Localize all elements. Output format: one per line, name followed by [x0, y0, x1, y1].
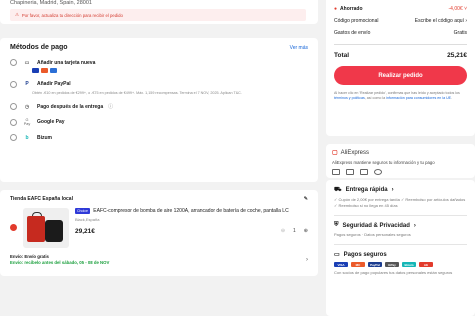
aliexpress-logo-text: AliExpress: [340, 149, 370, 156]
product-checkbox[interactable]: [10, 224, 17, 231]
payment-option-bizum[interactable]: b Bizum: [10, 134, 308, 142]
payment-option-label: Pago después de la entrega: [37, 103, 104, 110]
chevron-right-icon: ›: [306, 256, 308, 263]
radio-button[interactable]: [10, 59, 17, 66]
aliexpress-pay-logo-icon: AE: [419, 262, 433, 267]
minus-icon[interactable]: ⊖: [281, 228, 285, 234]
card-brand-logos: [32, 68, 308, 73]
product-variant[interactable]: Black,España: [75, 217, 308, 222]
mastercard-logo-icon: MC: [351, 262, 365, 267]
consumer-info-link[interactable]: información para consumidores en la UE: [386, 96, 451, 100]
payment-option-label: Google Pay: [37, 119, 65, 126]
address-card: Chapineria, Madrid, Spain, 28001 ⚠ Por f…: [0, 0, 318, 24]
address-street: Chapineria, Madrid, Spain, 28001: [10, 0, 92, 6]
product-image[interactable]: [23, 208, 69, 248]
product-name[interactable]: EAFC-compresor de bomba de aire 1200A, a…: [93, 208, 288, 214]
place-order-button[interactable]: Realizar pedido: [334, 66, 467, 85]
radio-button[interactable]: [10, 103, 17, 111]
page-scrollbar[interactable]: [471, 0, 474, 316]
edit-icon[interactable]: ✎: [304, 196, 308, 202]
saved-label: Ahorrado: [340, 6, 363, 12]
payment-option-label: Añadir PayPal: [37, 81, 71, 87]
radio-button[interactable]: [10, 134, 17, 142]
trust-badges: [332, 169, 469, 175]
shipping-title: Envío: Envío gratis: [10, 254, 49, 259]
radio-button[interactable]: [10, 80, 17, 88]
payment-methods-card: Métodos de pago Ver más ▭ Añadir una tar…: [0, 38, 318, 182]
lock-icon: [360, 169, 368, 175]
store-card: Tienda EAFC España local ✎ Choice EAFC-c…: [0, 190, 318, 276]
quantity-stepper[interactable]: ⊖ 1 ⊕: [281, 228, 308, 234]
choice-badge: Choice: [75, 208, 90, 214]
payment-option-cod[interactable]: ◷ Pago después de la entrega ⓘ: [10, 103, 308, 111]
see-more-link[interactable]: Ver más: [290, 45, 308, 51]
shipping-row[interactable]: Envío: Envío gratis Envío: recíbelo ante…: [10, 254, 308, 265]
bizum-logo-icon: Bizum: [402, 262, 416, 267]
secure-payments-text: Con socios de pago populares tus datos p…: [334, 270, 453, 275]
secure-payments-title: Pagos seguros: [343, 251, 387, 258]
total-value: 25,21€: [447, 52, 467, 59]
shipping-eta: Envío: recíbelo antes del sábado, 05 - 0…: [10, 260, 110, 265]
guarantees-card: ⛟ Entrega rápida › ✓ Cupón de 2,00€ por …: [326, 180, 475, 316]
paypal-promo-note: Obtén -€10 en pedidos de €299+, o -€75 e…: [32, 90, 242, 95]
warning-icon: ⚠: [15, 12, 19, 17]
chevron-right-icon: ›: [391, 187, 394, 193]
fast-delivery-title: Entrega rápida: [345, 187, 388, 193]
google-pay-logo-icon: GPay: [385, 262, 399, 267]
shield-icon: ⛨: [334, 222, 339, 228]
aliexpress-trust-card: ▢ AliExpress AliExpress mantiene seguros…: [326, 144, 475, 178]
coupon-icon: ●: [334, 6, 338, 12]
address-warning[interactable]: ⚠ Por favor, actualiza tu dirección para…: [10, 9, 306, 21]
payment-option-google-pay[interactable]: G Pay Google Pay: [10, 118, 308, 126]
security-header[interactable]: ⛨ Seguridad & Privacidad ›: [334, 222, 467, 229]
aliexpress-logo-icon: ▢: [332, 150, 338, 156]
card-icon: [332, 169, 340, 175]
plus-icon[interactable]: ⊕: [304, 228, 308, 234]
secure-payments-header: ▭ Pagos seguros: [334, 251, 467, 259]
card-icon: ▭: [334, 252, 340, 258]
payment-option-label: Bizum: [37, 134, 52, 141]
clock-icon: ◷: [24, 103, 30, 110]
payment-option-paypal[interactable]: P Añadir PayPal: [10, 80, 308, 88]
fast-delivery-header[interactable]: ⛟ Entrega rápida ›: [334, 186, 467, 194]
product-price: 29,21€: [75, 227, 95, 235]
promo-label: Código promocional: [334, 18, 379, 24]
payment-logos: VISA MC PayPal GPay Bizum AE: [334, 262, 467, 267]
visa-logo-icon: VISA: [334, 262, 348, 267]
mastercard-logo-icon: [41, 68, 48, 73]
security-text: Pagos seguros · Datos personales seguros: [334, 232, 411, 237]
paypal-logo-icon: PayPal: [368, 262, 382, 267]
radio-button[interactable]: [10, 118, 17, 126]
amex-logo-icon: [50, 68, 57, 73]
shipping-cost-label: Gastos de envío: [334, 30, 371, 36]
terms-link[interactable]: términos y políticas: [334, 96, 365, 100]
payment-option-label: Añadir una tarjeta nueva: [37, 59, 96, 66]
order-summary-card: ● Ahorrado -4,00€ ˅ Código promocional E…: [326, 0, 475, 136]
shield-icon: [374, 169, 382, 175]
address-warning-text: Por favor, actualiza tu dirección para r…: [21, 12, 123, 18]
box-icon: [346, 169, 354, 175]
chevron-right-icon: ›: [413, 222, 416, 229]
info-icon[interactable]: ⓘ: [108, 103, 113, 110]
saved-value[interactable]: -4,00€ ˅: [449, 6, 468, 12]
paypal-icon: P: [25, 81, 29, 87]
legal-notice: Al hacer clic en 'Realizar pedido', conf…: [334, 91, 460, 100]
store-name: Tienda EAFC España local: [10, 196, 73, 202]
visa-logo-icon: [32, 68, 39, 73]
credit-card-icon: ▭: [24, 59, 30, 66]
bizum-icon: b: [25, 134, 29, 141]
payment-option-new-card[interactable]: ▭ Añadir una tarjeta nueva: [10, 59, 308, 66]
shipping-cost-value: Gratis: [453, 30, 467, 36]
truck-icon: ⛟: [334, 187, 342, 193]
google-pay-icon: G Pay: [23, 118, 31, 127]
aliexpress-tagline: AliExpress mantiene seguros tu informaci…: [332, 160, 435, 165]
payment-title: Métodos de pago: [10, 44, 68, 51]
security-title: Seguridad & Privacidad: [342, 222, 410, 229]
total-label: Total: [334, 52, 350, 59]
promo-code-input[interactable]: Escribe el código aquí ›: [415, 18, 467, 24]
quantity-value: 1: [293, 228, 296, 235]
fast-delivery-text: ✓ Cupón de 2,00€ por entrega tardía ✓ Re…: [334, 197, 466, 208]
